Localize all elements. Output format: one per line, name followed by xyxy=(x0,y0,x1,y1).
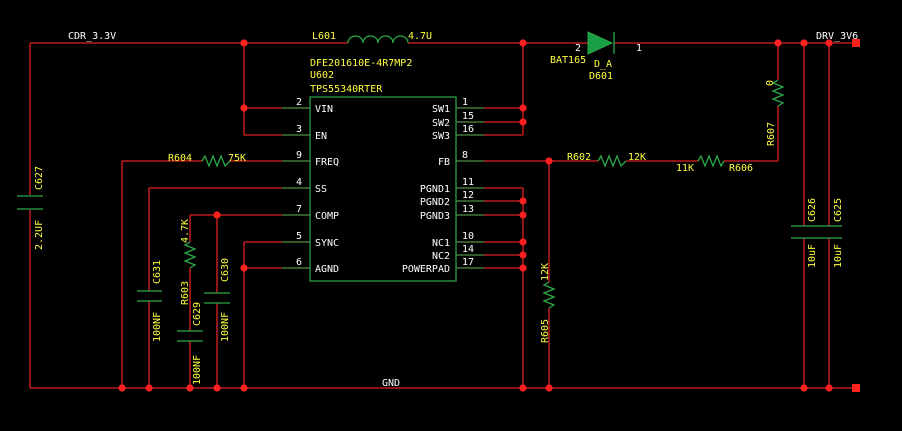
diode-value: BAT165 xyxy=(550,55,586,66)
resistor-value: 75K xyxy=(228,153,246,164)
resistor-r603[interactable]: 4.7K R603 xyxy=(180,219,197,305)
resistor-r604[interactable]: R604 75K xyxy=(168,153,246,168)
diode-refdes: D601 xyxy=(589,71,613,82)
resistor-value: 12K xyxy=(540,263,551,281)
pin-name: FB xyxy=(438,157,450,168)
pin-name: SW1 xyxy=(432,104,450,115)
diode-part-suffix: D_A xyxy=(594,59,612,70)
pin-name: PGND1 xyxy=(420,184,450,195)
pin-number: 9 xyxy=(296,150,302,161)
resistor-refdes: R605 xyxy=(540,319,551,343)
resistor-value: 12K xyxy=(628,152,646,163)
pin-name: POWERPAD xyxy=(402,264,450,275)
ic-value: TPS55340RTER xyxy=(310,84,383,95)
diode-pin-cathode: 1 xyxy=(636,43,642,54)
pin-name: AGND xyxy=(315,264,339,275)
resistor-refdes: R603 xyxy=(180,281,191,305)
pin-name: FREQ xyxy=(315,157,339,168)
capacitor-refdes: C626 xyxy=(807,198,818,222)
capacitor-value: 100NF xyxy=(152,312,163,342)
pin-name: NC2 xyxy=(432,251,450,262)
pin-name: PGND3 xyxy=(420,211,450,222)
capacitor-refdes: C629 xyxy=(192,302,203,326)
resistor-refdes: R606 xyxy=(729,163,753,174)
schematic-canvas: CDR_3.3V DRV_3V6 GND DFE201610E-4R7MP2 U… xyxy=(17,31,860,392)
pin-name: VIN xyxy=(315,104,333,115)
pin-number: 1 xyxy=(462,97,468,108)
pin-number: 14 xyxy=(462,244,474,255)
net-label-output-rail: DRV_3V6 xyxy=(816,31,858,42)
ic-refdes: U602 xyxy=(310,70,334,81)
diode-d601[interactable]: 2 1 BAT165 D_A D601 xyxy=(550,31,642,82)
ground-port[interactable] xyxy=(852,384,860,392)
capacitor-value: 10uF xyxy=(807,244,818,268)
pin-name: SYNC xyxy=(315,238,339,249)
diode-pin-anode: 2 xyxy=(575,43,581,54)
capacitor-value: 100NF xyxy=(220,312,231,342)
pin-name: COMP xyxy=(315,211,339,222)
pin-name: SW3 xyxy=(432,131,450,142)
pin-name: PGND2 xyxy=(420,197,450,208)
pin-number: 10 xyxy=(462,231,474,242)
pin-number: 4 xyxy=(296,177,302,188)
pin-number: 2 xyxy=(296,97,302,108)
pin-name: EN xyxy=(315,131,327,142)
resistor-value: 0 xyxy=(765,80,776,86)
inductor-l601[interactable]: L601 4.7U xyxy=(312,31,432,44)
pin-number: 13 xyxy=(462,204,474,215)
capacitor-value: 100NF xyxy=(192,355,203,385)
capacitor-refdes: C630 xyxy=(220,258,231,282)
capacitor-refdes: C625 xyxy=(833,198,844,222)
capacitor-c627[interactable]: C627 2.2UF xyxy=(17,166,45,250)
resistor-r605[interactable]: 12K R605 xyxy=(540,263,556,343)
pin-number: 8 xyxy=(462,150,468,161)
pin-number: 12 xyxy=(462,190,474,201)
resistor-refdes: R602 xyxy=(567,152,591,163)
pin-name: SW2 xyxy=(432,118,450,129)
resistor-refdes: R604 xyxy=(168,153,192,164)
net-label-input-rail: CDR_3.3V xyxy=(68,31,116,42)
pin-name: NC1 xyxy=(432,238,450,249)
pin-number: 6 xyxy=(296,257,302,268)
resistor-r607[interactable]: 0 R607 xyxy=(765,79,785,146)
pin-number: 16 xyxy=(462,124,474,135)
resistor-refdes: R607 xyxy=(766,122,777,146)
ic-right-pins: 1 SW1 15 SW2 16 SW3 8 FB 11 PGND1 12 PGN… xyxy=(402,97,484,275)
capacitor-c631[interactable]: C631 100NF xyxy=(137,260,163,342)
inductor-refdes: L601 xyxy=(312,31,336,42)
capacitor-c625[interactable]: C625 10uF xyxy=(816,198,844,268)
pin-number: 5 xyxy=(296,231,302,242)
capacitor-value: 10uF xyxy=(833,244,844,268)
resistor-r606[interactable]: 11K R606 xyxy=(676,154,753,174)
pin-number: 7 xyxy=(296,204,302,215)
ic-u602[interactable]: DFE201610E-4R7MP2 U602 TPS55340RTER 2 VI… xyxy=(282,58,484,282)
output-port[interactable] xyxy=(852,39,860,47)
capacitor-value: 2.2UF xyxy=(34,220,45,250)
pin-number: 11 xyxy=(462,177,474,188)
capacitor-refdes: C631 xyxy=(152,260,163,284)
pin-name: SS xyxy=(315,184,327,195)
resistor-value: 4.7K xyxy=(180,219,191,243)
ic-part-number: DFE201610E-4R7MP2 xyxy=(310,58,412,69)
capacitor-refdes: C627 xyxy=(34,166,45,190)
pin-number: 17 xyxy=(462,257,474,268)
resistor-value: 11K xyxy=(676,163,694,174)
resistor-r602[interactable]: R602 12K xyxy=(567,152,646,168)
inductor-value: 4.7U xyxy=(408,31,432,42)
pin-number: 3 xyxy=(296,124,302,135)
pin-number: 15 xyxy=(462,111,474,122)
